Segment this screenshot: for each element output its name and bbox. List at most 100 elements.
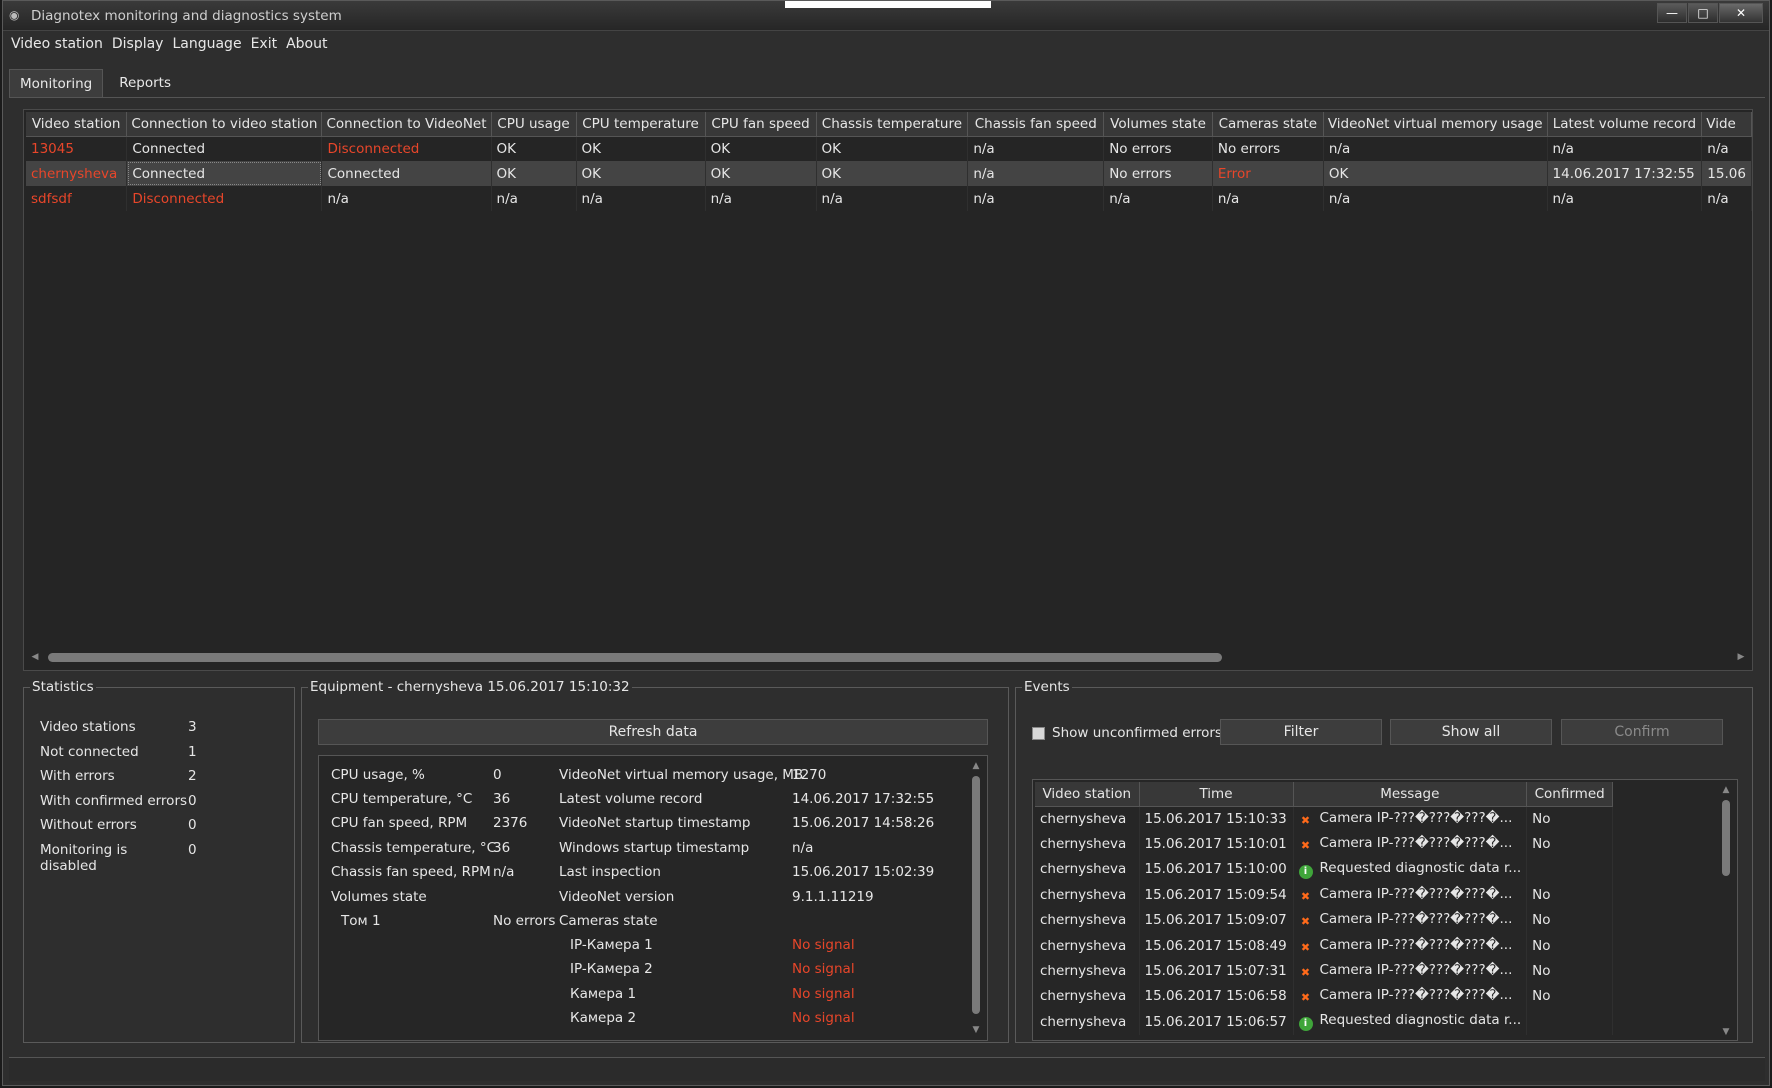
confirm-button[interactable]: Confirm [1561,719,1723,745]
column-header[interactable]: CPU usage [491,112,577,137]
table-cell[interactable]: n/a [1547,136,1703,161]
table-cell[interactable]: No errors [1212,136,1324,161]
event-row[interactable]: chernysheva 15.06.2017 15:09:07 ✖ Camera … [1035,907,1614,933]
horizontal-scrollbar[interactable]: ◀ ▶ [26,650,1750,664]
table-cell[interactable]: n/a [1323,186,1548,211]
event-confirmed[interactable]: No [1526,907,1614,933]
table-cell[interactable]: OK [705,136,817,161]
table-cell[interactable]: n/a [705,186,817,211]
table-cell[interactable]: n/a [1547,186,1703,211]
table-cell[interactable]: n/a [321,186,492,211]
table-cell[interactable]: Disconnected [321,136,492,161]
column-header[interactable]: Latest volume record [1547,112,1703,137]
scrollbar-thumb[interactable] [1722,800,1730,876]
menu-language[interactable]: Language [168,33,246,57]
table-row[interactable]: sdfsdf Disconnected n/a n/a n/a n/a n/a … [26,186,1752,211]
table-cell[interactable]: Connected [321,161,492,186]
event-confirmed[interactable]: No [1526,831,1614,857]
table-row[interactable]: 13045 Connected Disconnected OK OK OK OK… [26,136,1752,161]
table-cell[interactable]: n/a [1103,186,1213,211]
show-unconfirmed-checkbox[interactable] [1032,726,1045,740]
event-row[interactable]: chernysheva 15.06.2017 15:06:57 i Request… [1035,1009,1614,1035]
event-confirmed[interactable]: No [1526,932,1614,959]
table-cell[interactable]: n/a [967,136,1105,161]
show-unconfirmed-toggle[interactable]: Show unconfirmed errors [1032,725,1222,741]
event-row[interactable]: chernysheva 15.06.2017 15:07:31 ✖ Camera … [1035,958,1614,984]
column-header[interactable]: Cameras state [1212,112,1324,137]
scroll-left-icon[interactable]: ◀ [28,650,42,664]
column-header[interactable]: Video station [26,112,128,137]
event-confirmed[interactable] [1526,856,1614,883]
column-header[interactable]: Connection to VideoNet [321,112,492,137]
menu-video-station[interactable]: Video station [3,33,108,57]
event-time[interactable]: 15.06.2017 15:07:31 [1139,958,1294,984]
column-header[interactable]: VideoNet virtual memory usage [1323,112,1548,137]
scrollbar-thumb[interactable] [972,776,980,1014]
event-row[interactable]: chernysheva 15.06.2017 15:09:54 ✖ Camera … [1035,882,1614,908]
menu-about[interactable]: About [282,33,332,57]
event-station[interactable]: chernysheva [1035,856,1140,883]
column-header[interactable]: Video station [1035,782,1140,807]
scroll-up-icon[interactable]: ▲ [969,760,983,772]
scroll-down-icon[interactable]: ▼ [969,1024,983,1036]
column-header[interactable]: Vide [1701,112,1752,137]
event-time[interactable]: 15.06.2017 15:06:58 [1139,983,1294,1010]
event-station[interactable]: chernysheva [1035,983,1140,1010]
table-cell[interactable]: OK [816,136,969,161]
table-cell[interactable]: n/a [1212,186,1324,211]
event-confirmed[interactable]: No [1526,983,1614,1010]
menu-exit[interactable]: Exit [247,33,283,57]
event-row[interactable]: chernysheva 15.06.2017 15:10:01 ✖ Camera … [1035,831,1614,857]
table-cell[interactable]: OK [576,161,706,186]
event-message-cell[interactable]: ✖ Camera IP-???�???�???�... [1293,932,1528,959]
event-station[interactable]: chernysheva [1035,907,1140,933]
event-message-cell[interactable]: ✖ Camera IP-???�???�???�... [1293,958,1528,984]
event-confirmed[interactable]: No [1526,806,1614,832]
event-message-cell[interactable]: ✖ Camera IP-???�???�???�... [1293,806,1528,832]
table-cell[interactable]: n/a [1701,186,1752,211]
tab-reports[interactable]: Reports [109,69,181,97]
column-header[interactable]: CPU fan speed [705,112,817,137]
table-row[interactable]: chernysheva Connected Connected OK OK OK… [26,161,1752,186]
table-cell[interactable]: Connected [126,161,323,186]
table-cell[interactable]: n/a [576,186,706,211]
equipment-scrollbar[interactable]: ▲ ▼ [969,760,983,1036]
event-confirmed[interactable] [1526,1009,1614,1035]
event-station[interactable]: chernysheva [1035,932,1140,959]
filter-button[interactable]: Filter [1220,719,1382,745]
event-time[interactable]: 15.06.2017 15:10:01 [1139,831,1294,857]
table-cell[interactable]: n/a [967,161,1105,186]
column-header[interactable]: Message [1293,782,1528,807]
event-time[interactable]: 15.06.2017 15:06:57 [1139,1009,1294,1035]
table-cell[interactable]: 14.06.2017 17:32:55 [1547,161,1703,186]
table-cell[interactable]: OK [705,161,817,186]
event-message-cell[interactable]: i Requested diagnostic data r... [1293,856,1528,883]
table-cell[interactable]: Connected [126,136,323,161]
event-confirmed[interactable]: No [1526,882,1614,908]
event-time[interactable]: 15.06.2017 15:09:07 [1139,907,1294,933]
column-header[interactable]: Chassis fan speed [967,112,1105,137]
table-cell[interactable]: Disconnected [126,186,323,211]
table-cell[interactable]: chernysheva [26,161,128,186]
column-header[interactable]: CPU temperature [576,112,706,137]
table-cell[interactable]: No errors [1103,136,1213,161]
scroll-down-icon[interactable]: ▼ [1719,1026,1733,1038]
event-row[interactable]: chernysheva 15.06.2017 15:06:58 ✖ Camera … [1035,983,1614,1010]
event-confirmed[interactable]: No [1526,958,1614,984]
table-cell[interactable]: Error [1212,161,1324,186]
table-cell[interactable]: n/a [1323,136,1548,161]
event-message-cell[interactable]: ✖ Camera IP-???�???�???�... [1293,882,1528,908]
refresh-data-button[interactable]: Refresh data [318,719,988,745]
tab-monitoring[interactable]: Monitoring [9,69,104,97]
scroll-up-icon[interactable]: ▲ [1719,784,1733,796]
event-message-cell[interactable]: ✖ Camera IP-???�???�???�... [1293,907,1528,933]
scrollbar-thumb[interactable] [48,653,1222,662]
table-cell[interactable]: n/a [1701,136,1752,161]
event-time[interactable]: 15.06.2017 15:10:33 [1139,806,1294,832]
menu-display[interactable]: Display [108,33,169,57]
column-header[interactable]: Time [1139,782,1294,807]
minimize-icon[interactable]: — [1657,3,1687,23]
event-station[interactable]: chernysheva [1035,831,1140,857]
event-station[interactable]: chernysheva [1035,958,1140,984]
event-row[interactable]: chernysheva 15.06.2017 15:10:33 ✖ Camera … [1035,806,1614,832]
